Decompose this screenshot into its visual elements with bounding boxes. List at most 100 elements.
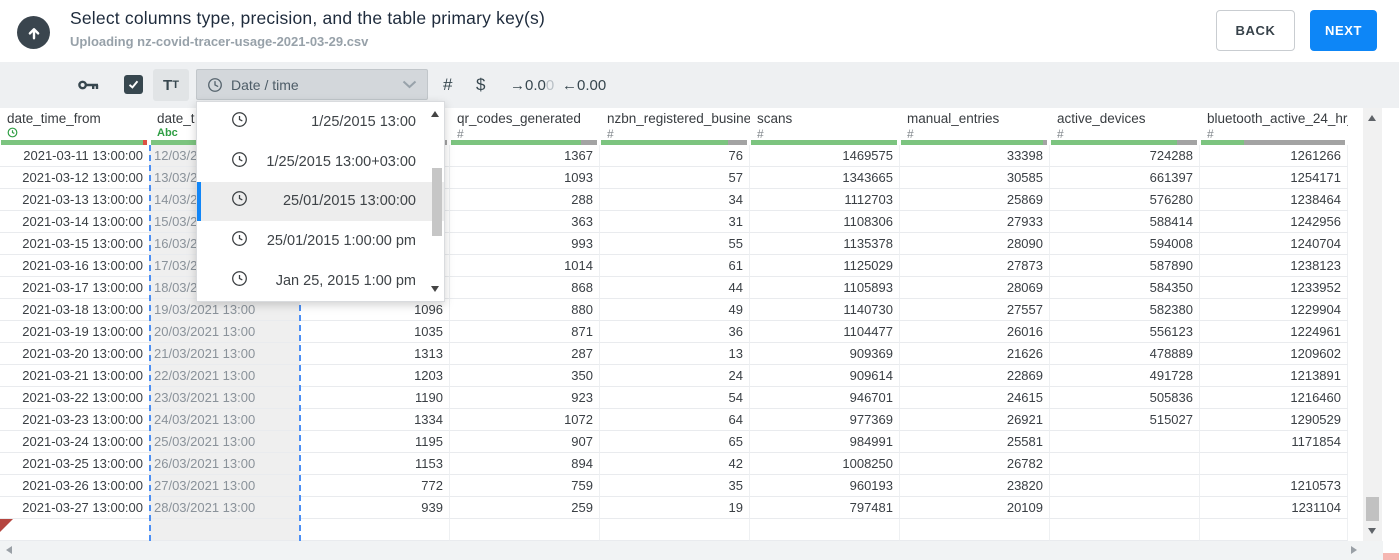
table-cell: 2021-03-17 13:00:00 <box>0 277 150 299</box>
table-cell: 30585 <box>900 167 1050 189</box>
table-cell <box>1050 519 1200 541</box>
table-cell <box>300 519 450 541</box>
format-option-label: 1/25/2015 13:00 <box>311 113 416 130</box>
table-cell: 1096 <box>300 299 450 321</box>
column-header-date_time_from[interactable]: date_time_from <box>0 108 150 145</box>
column-name: bluetooth_active_24_hr_ <box>1207 111 1348 126</box>
table-cell: 2021-03-23 13:00:00 <box>0 409 150 431</box>
table-cell: 909614 <box>750 365 900 387</box>
table-cell: 594008 <box>1050 233 1200 255</box>
back-button[interactable]: BACK <box>1216 10 1295 51</box>
upload-wizard-page: { "header": { "title": "Select columns t… <box>0 0 1399 560</box>
scroll-down-arrow[interactable] <box>1368 528 1376 534</box>
boolean-type-checkbox[interactable] <box>124 75 143 94</box>
primary-key-icon[interactable] <box>78 62 100 108</box>
table-row: 2021-03-21 13:00:00 22/03/2021 13:00 1203 3… <box>0 365 1348 387</box>
table-cell: 2021-03-11 13:00:00 <box>0 145 150 167</box>
table-cell: 22/03/2021 13:00 <box>150 365 300 387</box>
column-header-manual_entries[interactable]: manual_entries # <box>900 108 1050 145</box>
datetime-format-dropdown[interactable]: Date / time <box>196 69 428 100</box>
table-cell <box>600 519 750 541</box>
format-option-label: 25/01/2015 1:00:00 pm <box>266 233 416 250</box>
table-cell: 1334 <box>300 409 450 431</box>
format-option-label: 1/25/2015 13:00+03:00 <box>266 153 416 170</box>
clock-icon <box>231 230 248 252</box>
scroll-left-arrow[interactable] <box>6 546 12 554</box>
table-cell: 1242956 <box>1200 211 1348 233</box>
column-header-qr_codes_generated[interactable]: qr_codes_generated # <box>450 108 600 145</box>
column-header-scans[interactable]: scans # <box>750 108 900 145</box>
table-cell: 939 <box>300 497 450 519</box>
vertical-scroll-thumb[interactable] <box>1366 497 1379 521</box>
table-cell: 1125029 <box>750 255 900 277</box>
table-cell: 2021-03-14 13:00:00 <box>0 211 150 233</box>
horizontal-scrollbar[interactable] <box>0 541 1383 560</box>
datetime-format-option[interactable]: Jan 25, 2015 1:00 pm <box>197 261 444 301</box>
scroll-right-arrow[interactable] <box>1351 546 1357 554</box>
table-cell: 13 <box>600 343 750 365</box>
table-cell: 24 <box>600 365 750 387</box>
table-cell: 31 <box>600 211 750 233</box>
table-cell: 515027 <box>1050 409 1200 431</box>
table-cell: 1469575 <box>750 145 900 167</box>
datetime-format-option[interactable]: 25/01/2015 1:00:00 pm <box>197 221 444 261</box>
table-cell: 1203 <box>300 365 450 387</box>
number-column-glyph: # <box>457 127 464 141</box>
table-cell: 22869 <box>900 365 1050 387</box>
text-column-glyph: Abc <box>157 127 178 139</box>
table-cell: 20109 <box>900 497 1050 519</box>
table-cell: 505836 <box>1050 387 1200 409</box>
column-header-nzbn_registered_busine[interactable]: nzbn_registered_busine # <box>600 108 750 145</box>
pad-decimals-right-button[interactable]: →0.0 0 <box>510 62 554 108</box>
text-type-button[interactable]: TT <box>153 69 189 101</box>
pad-decimals-left-label: ←0.00 <box>562 76 607 94</box>
table-cell: 2021-03-22 13:00:00 <box>0 387 150 409</box>
column-header-bluetooth_active_24_hr_[interactable]: bluetooth_active_24_hr_ # <box>1200 108 1348 145</box>
table-cell: 36 <box>600 321 750 343</box>
table-cell: 772 <box>300 475 450 497</box>
table-cell: 350 <box>450 365 600 387</box>
pad-decimals-left-button[interactable]: ←0.00 <box>562 62 606 108</box>
table-cell: 556123 <box>1050 321 1200 343</box>
column-name: qr_codes_generated <box>457 111 581 126</box>
clock-icon <box>208 77 222 92</box>
table-cell: 19 <box>600 497 750 519</box>
table-cell: 1104477 <box>750 321 900 343</box>
column-header-active_devices[interactable]: active_devices # <box>1050 108 1200 145</box>
table-cell: 1238464 <box>1200 189 1348 211</box>
table-row: 2021-03-27 13:00:00 28/03/2021 13:00 939 25… <box>0 497 1348 519</box>
table-cell: 1290529 <box>1200 409 1348 431</box>
table-row <box>0 519 1348 541</box>
vertical-scrollbar[interactable] <box>1363 108 1382 541</box>
table-cell: 28069 <box>900 277 1050 299</box>
datetime-format-option[interactable]: 1/25/2015 13:00+03:00 <box>197 142 444 182</box>
table-cell: 588414 <box>1050 211 1200 233</box>
datetime-dropdown-value: Date / time <box>231 76 299 93</box>
table-cell: 2021-03-24 13:00:00 <box>0 431 150 453</box>
table-cell: 1224961 <box>1200 321 1348 343</box>
row-error-flag <box>0 519 13 532</box>
table-row: 2021-03-25 13:00:00 26/03/2021 13:00 1153 8… <box>0 453 1348 475</box>
datetime-format-option[interactable]: 1/25/2015 13:00 <box>197 102 444 142</box>
table-cell: 1313 <box>300 343 450 365</box>
datetime-format-option[interactable]: 25/01/2015 13:00:00 <box>197 181 444 222</box>
next-button[interactable]: NEXT <box>1310 10 1377 51</box>
page-subtitle: Uploading nz-covid-tracer-usage-2021-03-… <box>70 34 369 49</box>
menu-scroll-up-arrow[interactable] <box>431 111 439 117</box>
menu-scroll-thumb[interactable] <box>432 168 442 236</box>
scroll-up-arrow[interactable] <box>1368 115 1376 121</box>
menu-scroll-down-arrow[interactable] <box>431 286 439 292</box>
table-cell: 2021-03-16 13:00:00 <box>0 255 150 277</box>
table-cell: 55 <box>600 233 750 255</box>
currency-type-button[interactable]: $ <box>476 62 485 108</box>
table-cell: 25/03/2021 13:00 <box>150 431 300 453</box>
table-cell <box>1050 431 1200 453</box>
table-cell: 33398 <box>900 145 1050 167</box>
clock-icon <box>231 270 248 292</box>
table-cell: 20/03/2021 13:00 <box>150 321 300 343</box>
table-cell: 1238123 <box>1200 255 1348 277</box>
table-cell: 993 <box>450 233 600 255</box>
table-row: 2021-03-26 13:00:00 27/03/2021 13:00 772 75… <box>0 475 1348 497</box>
table-cell: 1233952 <box>1200 277 1348 299</box>
table-cell: 1153 <box>300 453 450 475</box>
